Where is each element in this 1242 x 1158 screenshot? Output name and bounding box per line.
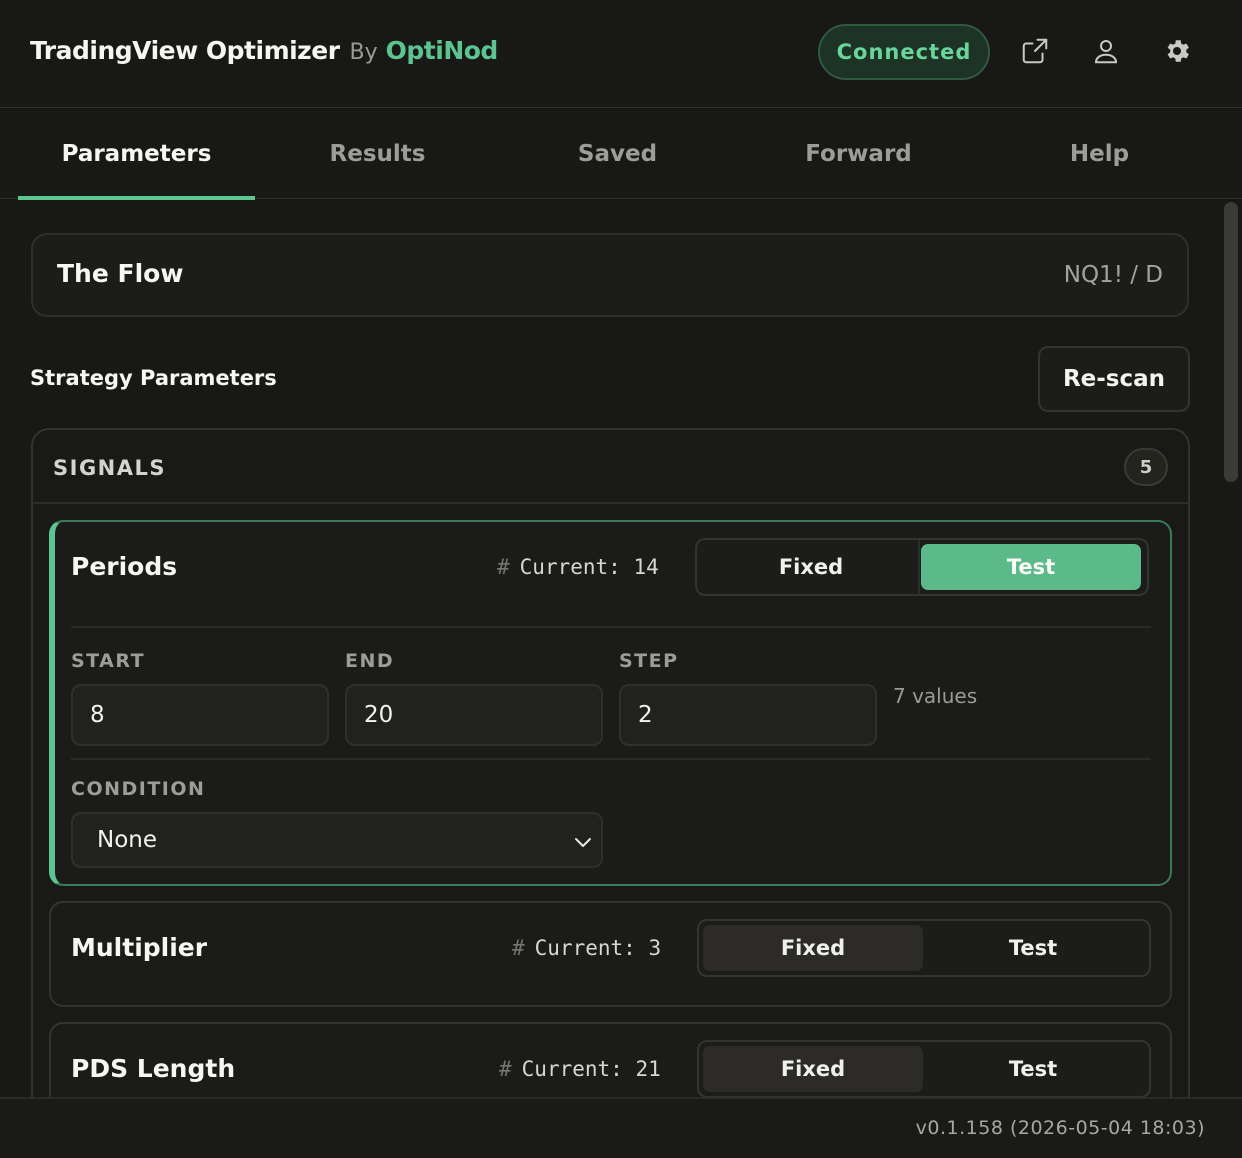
mode-fixed-button[interactable]: Fixed (703, 1046, 923, 1092)
settings-gear-icon[interactable] (1160, 34, 1194, 68)
tab-help[interactable]: Help (981, 109, 1218, 199)
condition-selected-value: None (97, 827, 158, 853)
connection-status-badge[interactable]: Connected (818, 24, 990, 80)
start-input[interactable]: 8 (71, 684, 329, 746)
values-count: 7 values (893, 684, 978, 708)
section-title: Strategy Parameters (30, 366, 277, 390)
strategy-symbol: NQ1! / D (1063, 262, 1163, 288)
rescan-button[interactable]: Re-scan (1038, 346, 1190, 412)
condition-select[interactable]: None (71, 812, 603, 868)
user-icon[interactable] (1089, 34, 1123, 68)
param-card-periods: Periods # Current: 14 Fixed Test START EN… (49, 520, 1172, 886)
param-card-multiplier: Multiplier # Current: 3 Fixed Test (49, 901, 1172, 1007)
vertical-scrollbar[interactable] (1222, 200, 1242, 1097)
app-header: TradingView Optimizer By OptiNod Connect… (0, 0, 1242, 108)
end-input[interactable]: 20 (345, 684, 603, 746)
tab-saved[interactable]: Saved (499, 109, 736, 199)
brand: TradingView Optimizer By OptiNod (30, 36, 498, 65)
step-label: STEP (619, 650, 679, 672)
mode-toggle: Fixed Test (697, 919, 1151, 977)
mode-fixed-button[interactable]: Fixed (701, 544, 921, 590)
mode-test-button[interactable]: Test (921, 544, 1141, 590)
param-name: PDS Length (71, 1054, 236, 1083)
chevron-down-icon (575, 838, 591, 847)
footer: v0.1.158 (2026-05-04 18:03) (0, 1097, 1242, 1158)
mode-fixed-button[interactable]: Fixed (703, 925, 923, 971)
step-input[interactable]: 2 (619, 684, 877, 746)
tab-forward[interactable]: Forward (740, 109, 977, 199)
strategy-card: The Flow NQ1! / D (31, 233, 1189, 317)
version-label: v0.1.158 (2026-05-04 18:03) (915, 1117, 1205, 1139)
group-count-badge: 5 (1124, 448, 1168, 486)
scrollbar-thumb[interactable] (1224, 202, 1238, 482)
mode-toggle: Fixed Test (697, 1040, 1151, 1098)
current-value-text: Current: 21 (521, 1057, 661, 1081)
tab-results[interactable]: Results (259, 109, 496, 199)
hash-icon: # (497, 555, 510, 579)
brand-name: OptiNod (385, 36, 499, 65)
end-label: END (345, 650, 395, 672)
param-name: Multiplier (71, 933, 208, 962)
divider (71, 758, 1151, 760)
current-value-text: Current: 14 (519, 555, 659, 579)
current-value: # Current: 3 (512, 936, 661, 960)
param-name: Periods (71, 552, 178, 581)
mode-test-button[interactable]: Test (923, 925, 1143, 971)
strategy-name: The Flow (57, 259, 184, 288)
group-header[interactable]: SIGNALS 5 (33, 430, 1188, 504)
start-label: START (71, 650, 146, 672)
group-label: SIGNALS (53, 456, 167, 480)
app-title: TradingView Optimizer (30, 36, 340, 65)
mode-test-button[interactable]: Test (923, 1046, 1143, 1092)
external-link-icon[interactable] (1018, 34, 1052, 68)
hash-icon: # (499, 1057, 512, 1081)
current-value: # Current: 21 (499, 1057, 661, 1081)
brand-by-label: By (349, 40, 378, 65)
current-value-text: Current: 3 (534, 936, 662, 960)
tab-parameters[interactable]: Parameters (18, 109, 255, 200)
tab-bar: Parameters Results Saved Forward Help (0, 109, 1242, 200)
divider (71, 626, 1151, 628)
mode-toggle: Fixed Test (695, 538, 1149, 596)
condition-label: CONDITION (71, 778, 206, 800)
current-value: # Current: 14 (497, 555, 659, 579)
hash-icon: # (512, 936, 525, 960)
